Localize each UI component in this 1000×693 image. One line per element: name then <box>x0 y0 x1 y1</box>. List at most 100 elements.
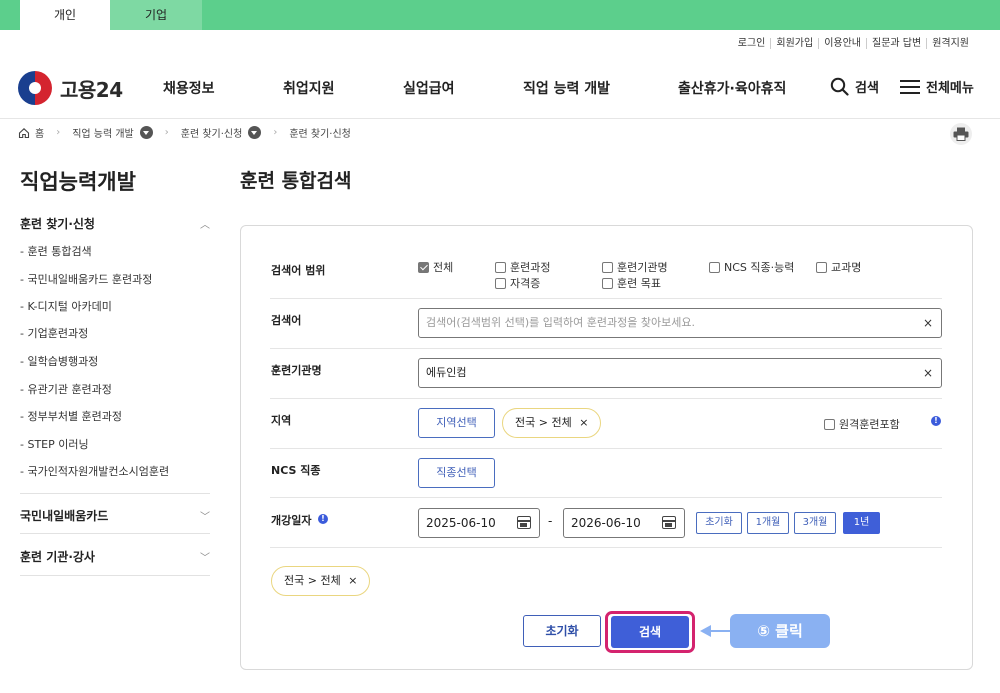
qna-link[interactable]: 질문과 답변 <box>866 38 926 49</box>
sidebar-section-label: 훈련 기관·강사 <box>20 550 95 564</box>
sidebar-item-ministry[interactable]: - 정부부처별 훈련과정 <box>20 408 122 424</box>
region-select-button[interactable]: 지역선택 <box>418 408 495 438</box>
gnb-parental-leave[interactable]: 출산휴가·육아휴직 <box>678 78 786 98</box>
chevron-right-icon: › <box>56 127 61 138</box>
info-icon[interactable]: ! <box>318 514 328 524</box>
remove-icon[interactable]: × <box>579 416 588 429</box>
gnb-jobs[interactable]: 채용정보 <box>163 78 215 98</box>
guide-link[interactable]: 이용안내 <box>818 38 866 49</box>
hamburger-icon <box>900 79 920 94</box>
keyword-placeholder: 검색어(검색범위 선택)를 입력하여 훈련과정을 찾아보세요. <box>426 316 695 329</box>
calendar-icon[interactable] <box>662 516 676 529</box>
header-divider <box>0 118 1000 119</box>
scope-ncs-checkbox[interactable]: NCS 직종·능력 <box>709 259 794 275</box>
ncs-select-button[interactable]: 직종선택 <box>418 458 495 488</box>
chevron-right-icon: › <box>164 127 169 138</box>
institution-input[interactable]: 에듀인컴 × <box>418 358 942 388</box>
gnb-vocational-training[interactable]: 직업 능력 개발 <box>523 78 610 98</box>
period-reset-button[interactable]: 초기화 <box>696 512 742 534</box>
remote-training-checkbox[interactable]: 원격훈련포함 <box>824 416 900 432</box>
checkbox-label: 훈련 목표 <box>617 277 661 290</box>
sidebar-divider <box>20 575 210 576</box>
home-icon[interactable] <box>18 127 30 139</box>
sidebar-item-consortium[interactable]: - 국가인적자원개발컨소시엄훈련 <box>20 463 169 479</box>
region-chip-label: 전국 > 전체 <box>515 416 572 429</box>
date-range-separator: - <box>548 514 553 528</box>
sidebar-section-institution[interactable]: 훈련 기관·강사 ﹀ <box>20 548 210 565</box>
gnb-employment-support[interactable]: 취업지원 <box>283 78 335 98</box>
sidebar-item-work-study[interactable]: - 일학습병행과정 <box>20 353 98 369</box>
clear-icon[interactable]: × <box>923 309 933 337</box>
sidebar-item-company-training[interactable]: - 기업훈련과정 <box>20 325 88 341</box>
breadcrumb-level1[interactable]: 직업 능력 개발 <box>72 125 134 140</box>
date-from-value: 2025-06-10 <box>426 516 496 530</box>
period-1month-button[interactable]: 1개월 <box>747 512 789 534</box>
region-chip[interactable]: 전국 > 전체 × <box>502 408 602 438</box>
login-link[interactable]: 로그인 <box>733 38 771 49</box>
breadcrumb-home[interactable]: 홈 <box>35 125 44 140</box>
sidebar-item-integrated-search[interactable]: - 훈련 통합검색 <box>20 243 92 259</box>
checkbox-checked-icon <box>418 261 429 273</box>
selected-filter-chip[interactable]: 전국 > 전체 × <box>271 566 371 596</box>
scope-subject-checkbox[interactable]: 교과명 <box>816 259 861 275</box>
remote-support-link[interactable]: 원격지원 <box>926 38 974 49</box>
logo-emblem-icon <box>18 71 52 105</box>
printer-icon <box>953 127 969 141</box>
sidebar-item-related-agency[interactable]: - 유관기관 훈련과정 <box>20 381 112 397</box>
institution-value: 에듀인컴 <box>426 366 467 379</box>
breadcrumb: 홈 › 직업 능력 개발 › 훈련 찾기·신청 › 훈련 찾기·신청 <box>18 125 351 140</box>
keyword-label: 검색어 <box>271 314 302 327</box>
scope-course-checkbox[interactable]: 훈련과정 <box>495 259 550 275</box>
scope-license-checkbox[interactable]: 자격증 <box>495 275 540 291</box>
scope-all-checkbox[interactable]: 전체 <box>418 259 453 275</box>
chevron-down-icon: ﹀ <box>200 512 210 523</box>
site-logo[interactable]: 고용24 <box>18 71 123 105</box>
form-row-divider <box>270 298 942 299</box>
sidebar-item-naeil-card[interactable]: - 국민내일배움카드 훈련과정 <box>20 271 152 287</box>
logo-text: 고용24 <box>60 77 123 102</box>
search-button[interactable]: 검색 <box>611 616 689 648</box>
breadcrumb-level2[interactable]: 훈련 찾기·신청 <box>181 125 243 140</box>
utility-links: 로그인 회원가입 이용안내 질문과 답변 원격지원 <box>733 38 974 49</box>
signup-link[interactable]: 회원가입 <box>770 38 818 49</box>
period-1year-button[interactable]: 1년 <box>843 512 880 534</box>
form-row-divider <box>270 448 942 449</box>
search-icon <box>830 77 849 96</box>
date-to-input[interactable]: 2026-06-10 <box>563 508 685 538</box>
calendar-icon[interactable] <box>517 516 531 529</box>
print-button[interactable] <box>950 123 972 145</box>
period-3month-button[interactable]: 3개월 <box>794 512 836 534</box>
form-row-divider <box>270 398 942 399</box>
sidebar-section-label: 국민내일배움카드 <box>20 509 109 523</box>
checkbox-icon <box>495 277 506 289</box>
breadcrumb-level3: 훈련 찾기·신청 <box>289 129 351 140</box>
scope-goal-checkbox[interactable]: 훈련 목표 <box>602 275 661 291</box>
sidebar-item-step-elearning[interactable]: - STEP 이러닝 <box>20 436 89 452</box>
tab-personal[interactable]: 개인 <box>20 0 110 30</box>
form-row-divider <box>270 348 942 349</box>
scope-label: 검색어 범위 <box>271 264 326 277</box>
checkbox-icon <box>602 261 613 273</box>
gnb-unemployment-benefit[interactable]: 실업급여 <box>403 78 455 98</box>
reset-button[interactable]: 초기화 <box>523 615 601 647</box>
scope-institution-checkbox[interactable]: 훈련기관명 <box>602 259 668 275</box>
tab-business[interactable]: 기업 <box>110 0 202 30</box>
audience-tab-bar: 개인 기업 <box>0 0 1000 30</box>
all-menu-button[interactable]: 전체메뉴 <box>900 77 974 96</box>
step-callout: ⑤ 클릭 <box>730 614 830 648</box>
keyword-input[interactable]: 검색어(검색범위 선택)를 입력하여 훈련과정을 찾아보세요. × <box>418 308 942 338</box>
dropdown-toggle-icon[interactable] <box>139 126 153 139</box>
remove-icon[interactable]: × <box>348 574 357 587</box>
date-from-input[interactable]: 2025-06-10 <box>418 508 540 538</box>
header-search-button[interactable]: 검색 <box>830 77 879 96</box>
dropdown-toggle-icon[interactable] <box>248 126 262 139</box>
sidebar-section-naeil-card[interactable]: 국민내일배움카드 ﹀ <box>20 507 210 524</box>
sidebar-item-k-digital[interactable]: - K-디지털 아카데미 <box>20 298 112 314</box>
form-row-divider <box>270 497 942 498</box>
clear-icon[interactable]: × <box>923 359 933 387</box>
info-icon[interactable]: ! <box>931 416 941 426</box>
sidebar-section-training-search[interactable]: 훈련 찾기·신청 ︿ <box>20 215 210 232</box>
header-search-label: 검색 <box>855 81 879 96</box>
sidebar-divider <box>20 493 210 494</box>
sidebar-divider <box>20 533 210 534</box>
